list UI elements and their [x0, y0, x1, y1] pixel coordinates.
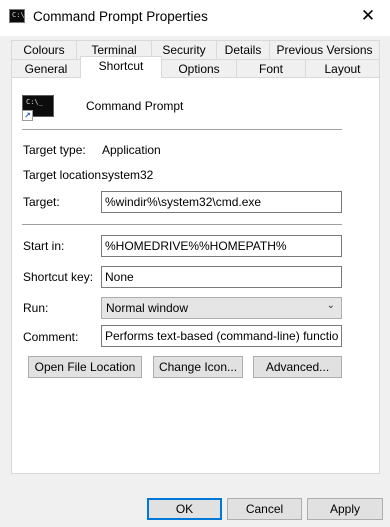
shortcut-name: Command Prompt: [86, 99, 184, 113]
command-prompt-icon: C:\_: [9, 9, 29, 23]
tab-font[interactable]: Font: [236, 59, 306, 79]
advanced-button[interactable]: Advanced...: [253, 356, 342, 378]
start-in-field[interactable]: [101, 235, 342, 257]
target-location-value: system32: [102, 168, 154, 182]
target-field[interactable]: [101, 191, 342, 213]
tab-options[interactable]: Options: [161, 59, 237, 79]
shortcut-arrow-icon: ↗: [22, 110, 33, 121]
tab-details[interactable]: Details: [216, 40, 270, 60]
title-bar: C:\_ Command Prompt Properties ✕: [0, 0, 390, 36]
open-file-location-button[interactable]: Open File Location: [28, 356, 142, 378]
chevron-down-icon: ⌄: [326, 300, 335, 311]
separator: [22, 129, 342, 130]
target-label: Target:: [23, 195, 60, 209]
tab-colours[interactable]: Colours: [11, 40, 77, 60]
tab-layout[interactable]: Layout: [305, 59, 380, 79]
tab-previous-versions[interactable]: Previous Versions: [269, 40, 380, 60]
separator: [22, 224, 342, 225]
run-select-value: Normal window: [106, 301, 189, 315]
apply-button[interactable]: Apply: [307, 498, 383, 520]
ok-button[interactable]: OK: [147, 498, 222, 520]
tab-shortcut[interactable]: Shortcut: [80, 56, 162, 78]
start-in-label: Start in:: [23, 239, 65, 253]
close-icon[interactable]: ✕: [346, 0, 390, 32]
run-select[interactable]: Normal window ⌄: [101, 297, 342, 319]
cancel-button[interactable]: Cancel: [227, 498, 302, 520]
target-type-value: Application: [102, 143, 161, 157]
shortcut-key-field[interactable]: [101, 266, 342, 288]
target-location-label: Target location:: [23, 168, 105, 182]
run-label: Run:: [23, 301, 49, 315]
shortcut-icon: C:\_ ↗: [22, 95, 54, 123]
comment-field[interactable]: [101, 325, 342, 347]
tab-general[interactable]: General: [11, 59, 81, 79]
target-type-label: Target type:: [23, 143, 86, 157]
change-icon-button[interactable]: Change Icon...: [153, 356, 243, 378]
comment-label: Comment:: [23, 330, 79, 344]
window-title: Command Prompt Properties: [33, 9, 208, 24]
shortcut-key-label: Shortcut key:: [23, 270, 94, 284]
